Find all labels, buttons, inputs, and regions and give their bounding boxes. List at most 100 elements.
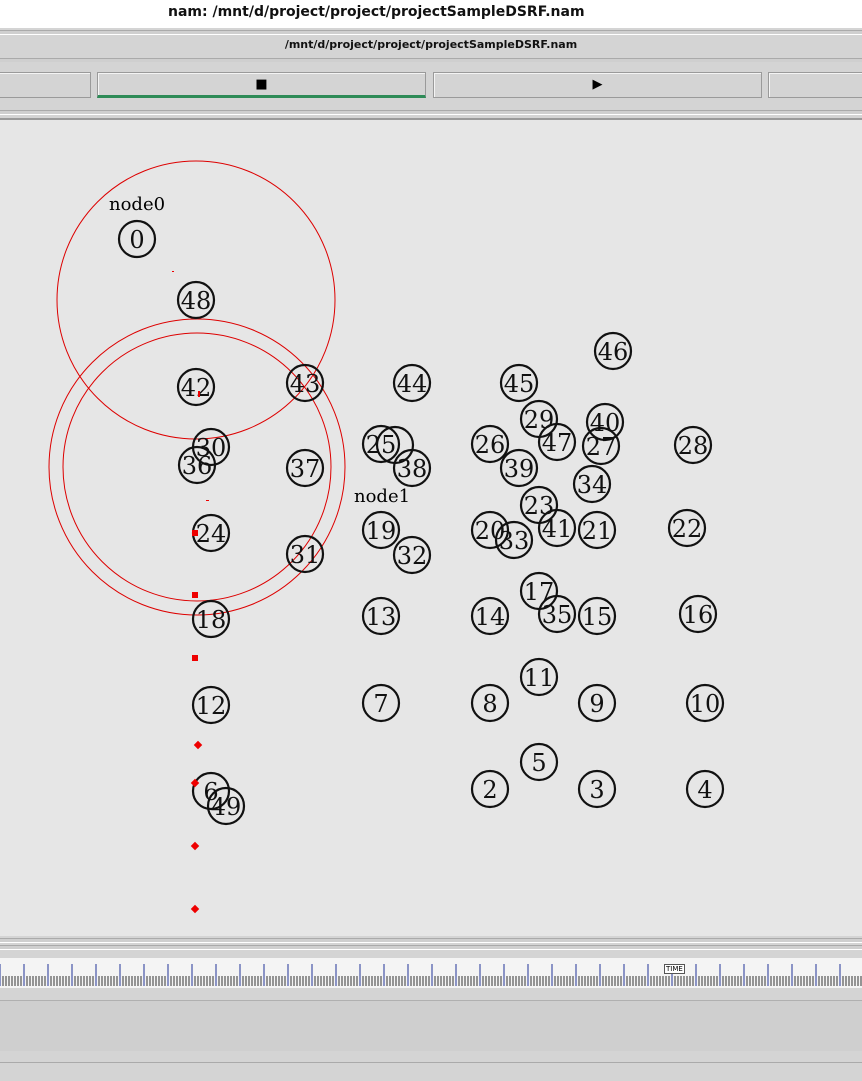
node-label: 42 — [181, 374, 212, 402]
separator — [0, 110, 862, 115]
node-label: 45 — [504, 370, 535, 398]
node-label: 4 — [697, 776, 712, 804]
node-label: 14 — [475, 603, 506, 631]
network-node[interactable]: 44 — [392, 363, 432, 403]
node-label: 8 — [482, 690, 497, 718]
node-label: 5 — [531, 749, 546, 777]
network-node[interactable]: 16 — [678, 594, 718, 634]
node-label: 39 — [504, 455, 535, 483]
node-label: 34 — [577, 471, 608, 499]
packet-marker — [172, 271, 174, 272]
network-node[interactable]: 13 — [361, 596, 401, 636]
network-node[interactable]: 45 — [499, 363, 539, 403]
network-node[interactable]: 0 — [117, 219, 157, 259]
network-node[interactable]: 21 — [577, 510, 617, 550]
network-node[interactable]: 26 — [470, 424, 510, 464]
network-node[interactable]: 24 — [191, 513, 231, 553]
node-label: 2 — [482, 776, 497, 804]
node-label: 28 — [678, 432, 709, 460]
network-node[interactable]: 3 — [577, 769, 617, 809]
node-label: 3 — [589, 776, 604, 804]
node-label: 22 — [672, 515, 703, 543]
separator — [0, 938, 862, 943]
node-label: 32 — [397, 542, 428, 570]
node-label: 44 — [397, 370, 428, 398]
network-node[interactable]: 31 — [285, 534, 325, 574]
network-node[interactable]: 43 — [285, 363, 325, 403]
network-node[interactable]: 37 — [285, 448, 325, 488]
time-slider-handle[interactable]: TIME — [664, 964, 685, 974]
network-node[interactable]: 41 — [537, 508, 577, 548]
stop-icon: ■ — [255, 77, 268, 92]
time-slider[interactable]: TIME — [0, 958, 862, 988]
network-node[interactable]: 49 — [206, 786, 246, 826]
node-label: 13 — [366, 603, 397, 631]
playback-toolbar: ■ ▶ — [0, 62, 862, 106]
network-node[interactable]: 11 — [519, 657, 559, 697]
network-node[interactable]: 28 — [673, 425, 713, 465]
network-node[interactable]: 8 — [470, 683, 510, 723]
node-label: 27 — [586, 433, 617, 461]
network-node[interactable]: 38 — [392, 448, 432, 488]
network-topology: 0484642 43 44 4529 40303625 26 47 27 2837 38 39342… — [48, 160, 725, 914]
packet-marker — [206, 500, 209, 501]
network-node[interactable]: 19 — [361, 510, 401, 550]
packet-marker — [193, 740, 203, 750]
network-node[interactable]: 15 — [577, 596, 617, 636]
packet-marker — [192, 530, 198, 536]
network-node[interactable]: 46 — [593, 331, 633, 371]
node-label: 41 — [542, 515, 573, 543]
packet-marker — [190, 904, 200, 914]
node-label: 43 — [290, 370, 321, 398]
node-label: 33 — [499, 527, 530, 555]
node-label: 16 — [683, 601, 714, 629]
node-label: 46 — [598, 338, 629, 366]
node-label: 19 — [366, 517, 397, 545]
network-node[interactable]: 36 — [177, 445, 217, 485]
packet-marker — [192, 655, 198, 661]
network-node[interactable]: 35 — [537, 594, 577, 634]
network-node[interactable]: 47 — [537, 422, 577, 462]
annotation-panel — [0, 1000, 862, 1051]
play-button[interactable]: ▶ — [433, 72, 762, 98]
node-label: 0 — [129, 226, 144, 254]
node-label: 38 — [397, 455, 428, 483]
network-node[interactable]: 10 — [685, 683, 725, 723]
network-node[interactable]: 14 — [470, 596, 510, 636]
network-node[interactable]: 9 — [577, 683, 617, 723]
packet-marker — [190, 841, 200, 851]
node-label: 24 — [196, 520, 227, 548]
node-label: 25 — [366, 431, 397, 459]
status-bar — [0, 1062, 862, 1081]
network-node[interactable]: 7 — [361, 683, 401, 723]
network-node[interactable]: 27 — [581, 426, 621, 466]
node-label: 10 — [690, 690, 721, 718]
network-node[interactable]: 39 — [499, 448, 539, 488]
window-title: nam: /mnt/d/project/project/projectSampl… — [168, 4, 585, 20]
network-node[interactable]: 32 — [392, 535, 432, 575]
network-node[interactable]: 22 — [667, 508, 707, 548]
packet-marker — [198, 391, 200, 397]
network-node[interactable]: 12 — [191, 685, 231, 725]
separator — [0, 30, 862, 35]
node-label: 35 — [542, 601, 573, 629]
stop-button[interactable]: ■ — [97, 72, 426, 98]
node-label: 26 — [475, 431, 506, 459]
timeline-ticks — [0, 964, 862, 986]
network-node[interactable]: 48 — [176, 280, 216, 320]
node-label: 18 — [196, 606, 227, 634]
network-node[interactable]: 5 — [519, 742, 559, 782]
network-node[interactable]: 33 — [494, 520, 534, 560]
fast-forward-button[interactable] — [768, 72, 862, 98]
node-label: 15 — [582, 603, 613, 631]
node-label: 49 — [211, 793, 242, 821]
separator — [0, 945, 862, 950]
network-node[interactable]: 42 — [176, 367, 216, 407]
network-node[interactable]: 34 — [572, 464, 612, 504]
network-node[interactable]: 18 — [191, 599, 231, 639]
network-node[interactable]: 2 — [470, 769, 510, 809]
node-label: 21 — [582, 517, 613, 545]
network-animation-canvas[interactable]: 0 48 46 42 43 44 45 29 40 30 36 25 26 47 27 28 37 38 39 34 2… — [0, 118, 862, 936]
rewind-button[interactable] — [0, 72, 91, 98]
network-node[interactable]: 4 — [685, 769, 725, 809]
